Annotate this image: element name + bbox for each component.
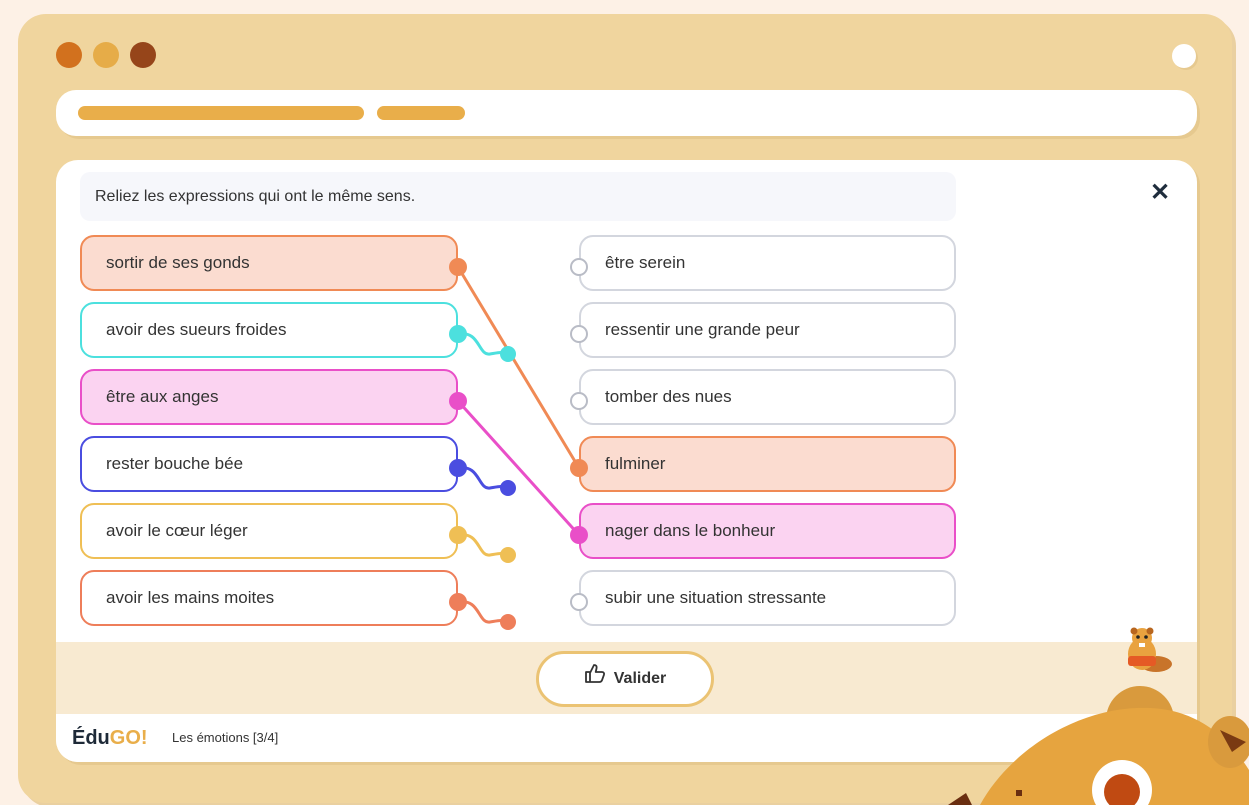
dangling-connector <box>456 332 510 356</box>
left-card[interactable]: avoir le cœur léger <box>80 503 458 559</box>
left-card-label: avoir le cœur léger <box>106 521 248 540</box>
drag-handle[interactable] <box>500 480 516 496</box>
connection-line <box>456 399 581 537</box>
left-card[interactable]: être aux anges <box>80 369 458 425</box>
drag-handle[interactable] <box>500 547 516 563</box>
right-card-label: fulminer <box>605 454 666 473</box>
thumbs-up-icon <box>584 654 606 704</box>
right-card-label: être serein <box>605 253 686 272</box>
right-card[interactable]: fulminer <box>579 436 956 492</box>
left-card-label: sortir de ses gonds <box>106 253 250 272</box>
dangling-connector <box>456 533 510 557</box>
window-menu-button[interactable] <box>1172 44 1196 68</box>
left-card-label: avoir des sueurs froides <box>106 320 287 339</box>
right-card[interactable]: tomber des nues <box>579 369 956 425</box>
bottom-bar: ÉduGO! Les émotions [3/4] <box>56 714 1197 762</box>
address-bar[interactable] <box>56 90 1197 136</box>
left-card-label: être aux anges <box>106 387 219 406</box>
dangling-connector <box>456 600 510 624</box>
exercise-panel: Reliez les expressions qui ont le même s… <box>56 160 1197 762</box>
right-card[interactable]: nager dans le bonheur <box>579 503 956 559</box>
right-card-label: ressentir une grande peur <box>605 320 800 339</box>
left-card[interactable]: avoir des sueurs froides <box>80 302 458 358</box>
window-close-dot[interactable] <box>56 42 82 68</box>
left-card-label: rester bouche bée <box>106 454 244 473</box>
drag-handle[interactable] <box>500 614 516 630</box>
right-card-label: nager dans le bonheur <box>605 521 776 540</box>
left-card[interactable]: avoir les mains moites <box>80 570 458 626</box>
validate-button[interactable]: Valider <box>536 651 714 707</box>
right-card-label: subir une situation stressante <box>605 588 827 607</box>
logo-main: Édu <box>72 727 110 749</box>
edugo-logo: ÉduGO! <box>72 727 148 750</box>
logo-accent: GO! <box>109 727 148 749</box>
left-card[interactable]: rester bouche bée <box>80 436 458 492</box>
left-card[interactable]: sortir de ses gonds <box>80 235 458 291</box>
close-icon[interactable]: ✕ <box>1150 178 1170 207</box>
right-card[interactable]: être serein <box>579 235 956 291</box>
drag-handle[interactable] <box>500 346 516 362</box>
window-maximize-dot[interactable] <box>130 42 156 68</box>
connection-line <box>456 265 581 470</box>
right-card-label: tomber des nues <box>605 387 732 406</box>
left-card-label: avoir les mains moites <box>106 588 275 607</box>
validate-label: Valider <box>613 670 667 688</box>
window-minimize-dot[interactable] <box>93 42 119 68</box>
right-card[interactable]: ressentir une grande peur <box>579 302 956 358</box>
address-pill-long <box>78 106 364 120</box>
address-pill-short <box>377 106 465 120</box>
right-card[interactable]: subir une situation stressante <box>579 570 956 626</box>
dangling-connector <box>456 466 510 490</box>
lesson-label: Les émotions [3/4] <box>172 730 279 745</box>
instruction-text: Reliez les expressions qui ont le même s… <box>80 172 956 221</box>
